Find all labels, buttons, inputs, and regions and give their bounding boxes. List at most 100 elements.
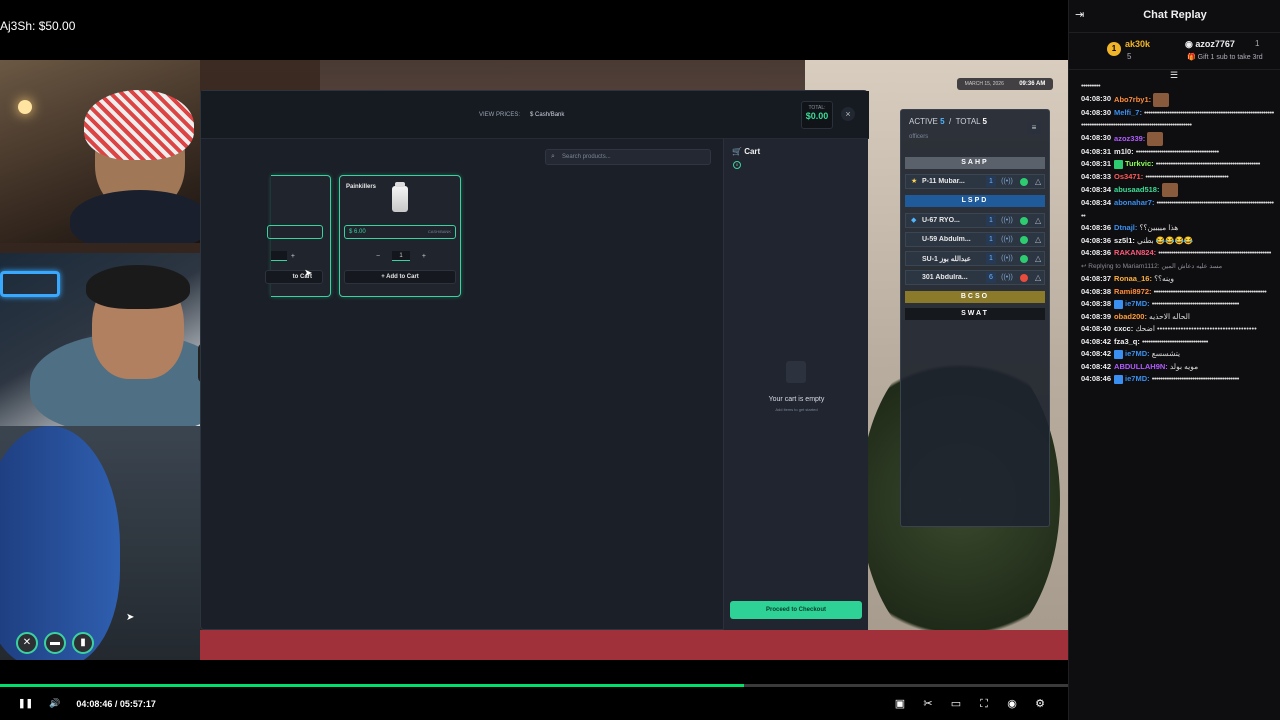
unit-name: SU-1 عبدالله بوز bbox=[922, 255, 971, 263]
gift-leaderboard: 1 ak30k 5 ◉ azoz7767 1 🎁 Gift 1 sub to t… bbox=[1069, 32, 1280, 70]
chat-badge-icon bbox=[1114, 349, 1124, 359]
view-prices[interactable]: VIEW PRICES: $ Cash/Bank bbox=[479, 108, 564, 122]
total-label: TOTAL bbox=[955, 117, 981, 126]
chat-username[interactable]: cxcc: bbox=[1114, 324, 1135, 333]
leader-user-name: azoz7767 bbox=[1195, 39, 1235, 49]
emote-icon bbox=[1147, 131, 1164, 146]
add-to-cart-button[interactable]: to Cart bbox=[265, 270, 323, 284]
leader-user[interactable]: ◉ azoz7767 bbox=[1185, 39, 1235, 50]
close-button[interactable]: × bbox=[841, 107, 855, 121]
unit-row[interactable]: U-59 Abdulm... 1 ((•)) △ bbox=[905, 232, 1045, 247]
pause-icon[interactable]: ❚❚ bbox=[18, 698, 33, 709]
chat-text: ••••••••••••••••••••••••••••••••••••••••… bbox=[1158, 248, 1271, 257]
settings-gear-icon[interactable]: ⚙ bbox=[1034, 698, 1046, 710]
chat-timestamp: 04:08:38 bbox=[1081, 299, 1112, 308]
clip-icon[interactable]: ✂ bbox=[922, 698, 934, 710]
gift-sub-prompt[interactable]: 🎁 Gift 1 sub to take 3rd bbox=[1187, 53, 1263, 61]
chat-timestamp: 04:08:34 bbox=[1081, 198, 1112, 207]
chat-timestamp: 04:08:42 bbox=[1081, 361, 1112, 371]
shemagh bbox=[84, 90, 194, 160]
chat-username[interactable]: azoz339: bbox=[1114, 133, 1147, 142]
unit-row[interactable]: ★ P-11 Mubar... 1 ((•)) △ bbox=[905, 174, 1045, 189]
miniplayer-icon[interactable]: ▣ bbox=[894, 698, 906, 710]
chat-username[interactable]: Rami8972: bbox=[1114, 287, 1154, 296]
chat-timestamp: 04:08:42 bbox=[1081, 336, 1112, 346]
leader-user[interactable]: ak30k bbox=[1125, 39, 1150, 49]
view-prices-value[interactable]: $ Cash/Bank bbox=[530, 112, 564, 118]
radio-icon: ((•)) bbox=[1001, 255, 1013, 262]
menu-icon[interactable]: ≡ bbox=[1027, 122, 1041, 134]
search-placeholder: Search products... bbox=[562, 154, 611, 160]
game-character-view bbox=[0, 426, 200, 660]
clock-date: MARCH 15, 2026 bbox=[964, 81, 1004, 87]
status-dot bbox=[1020, 273, 1028, 282]
unit-row[interactable]: ◆ U-67 RYO... 1 ((•)) △ bbox=[905, 213, 1045, 228]
minus-icon[interactable]: − bbox=[376, 253, 380, 260]
chat-text: ••••••••••••••••••••••••••••••••••••••••… bbox=[1155, 159, 1261, 168]
alert-icon: △ bbox=[1035, 177, 1042, 186]
video-player[interactable]: Aj3Sh: $50.00 VIEW PRICES: $ Cash/Bank T… bbox=[0, 0, 1068, 690]
playback-speed-icon[interactable]: ◉ bbox=[1006, 698, 1018, 710]
chat-username[interactable]: ie7MD: bbox=[1125, 374, 1152, 383]
chat-username[interactable]: Dtnajl: bbox=[1114, 223, 1139, 232]
volume-icon[interactable]: 🔊 bbox=[49, 698, 60, 709]
plus-icon[interactable]: + bbox=[291, 253, 295, 260]
plus-icon[interactable]: + bbox=[422, 253, 426, 260]
chat-timestamp: 04:08:37 bbox=[1081, 274, 1112, 283]
cart-empty-subtitle: Add items to get started bbox=[775, 407, 818, 412]
chat-username[interactable]: Turkvic: bbox=[1125, 159, 1156, 168]
chat-username[interactable]: ie7MD: bbox=[1125, 299, 1152, 308]
shop-header: VIEW PRICES: $ Cash/Bank TOTAL: $0.00 × bbox=[201, 91, 869, 139]
chat-username[interactable]: fza3_q: bbox=[1114, 337, 1142, 346]
chat-username[interactable]: ie7MD: bbox=[1125, 349, 1152, 358]
chat-username[interactable]: Os3471: bbox=[1114, 172, 1145, 181]
chat-username[interactable]: abonahar7: bbox=[1114, 198, 1157, 207]
unit-number: 1 bbox=[986, 234, 996, 245]
reply-context[interactable]: ↩ Replying to Mariam1112: مسد عليه دعاش … bbox=[1081, 263, 1222, 270]
lamp bbox=[18, 100, 32, 114]
quantity-value[interactable] bbox=[271, 251, 287, 261]
chat-timestamp: 04:08:36 bbox=[1081, 235, 1112, 245]
unit-row[interactable]: SU-1 عبدالله بوز 1 ((•)) △ bbox=[905, 251, 1045, 266]
chat-timestamp: 04:08:30 bbox=[1081, 133, 1112, 143]
chat-username[interactable]: Abo7rby1: bbox=[1114, 94, 1153, 103]
search-input[interactable]: ⌕ Search products... bbox=[545, 149, 711, 165]
game-clock: MARCH 15, 2026 09:36 AM bbox=[957, 78, 1053, 90]
checkout-label: Proceed to Checkout bbox=[765, 607, 826, 613]
chat-title: Chat Replay bbox=[1143, 9, 1207, 21]
product-name: Painkillers bbox=[346, 184, 377, 190]
chat-message: 04:08:38 Rami8972: ••••••••••••••••••••••… bbox=[1081, 286, 1275, 299]
chat-timestamp: 04:08:33 bbox=[1081, 171, 1112, 181]
quantity-stepper[interactable]: + bbox=[271, 250, 295, 262]
active-label: ACTIVE bbox=[909, 117, 938, 126]
unit-row[interactable]: 301 Abdulra... 6 ((•)) △ bbox=[905, 270, 1045, 285]
chat-username[interactable]: m1l0: bbox=[1114, 147, 1136, 156]
chat-username[interactable]: RAKAN824: bbox=[1114, 248, 1158, 257]
theatre-mode-icon[interactable]: ▭ bbox=[950, 698, 962, 710]
unit-number: 6 bbox=[986, 272, 996, 283]
chat-timestamp: 04:08:30 bbox=[1081, 107, 1112, 117]
time-total: 05:57:17 bbox=[119, 698, 156, 709]
unit-name: U-67 RYO... bbox=[922, 217, 960, 224]
chat-username[interactable]: sz5l1: bbox=[1114, 236, 1137, 245]
alert-icon: △ bbox=[1035, 254, 1042, 263]
chat-message: 04:08:34 abonahar7: •••••••••••••••••••••… bbox=[1081, 197, 1275, 222]
seek-bar[interactable] bbox=[0, 684, 1068, 687]
search-icon: ⌕ bbox=[551, 153, 555, 160]
chat-username[interactable]: Melfi_7: bbox=[1114, 108, 1144, 117]
chat-username[interactable]: obad200: bbox=[1114, 312, 1149, 321]
quantity-value[interactable]: 1 bbox=[392, 251, 410, 261]
chat-username[interactable]: ABDULLAH9N: bbox=[1114, 362, 1170, 371]
player-controls: ❚❚ 🔊 04:08:46 / 05:57:17 ▣ ✂ ▭ ⛶ ◉ ⚙ bbox=[0, 660, 1068, 720]
chat-timestamp: 04:08:36 bbox=[1081, 248, 1112, 257]
fullscreen-icon[interactable]: ⛶ bbox=[978, 698, 990, 710]
checkout-button[interactable]: Proceed to Checkout bbox=[730, 601, 862, 619]
chat-text: ••••••••••••••••••••••••••••••• bbox=[1141, 336, 1208, 346]
chat-username[interactable]: Ronaa_16: bbox=[1114, 274, 1154, 283]
quantity-stepper[interactable]: − 1 + bbox=[376, 250, 426, 262]
chat-text: ••••••••••••••••••••••••••••••••••••••• bbox=[1135, 146, 1219, 156]
chat-username[interactable]: abusaad518: bbox=[1114, 185, 1162, 194]
add-to-cart-button[interactable]: + Add to Cart bbox=[344, 270, 456, 284]
total-count: 5 bbox=[982, 117, 987, 126]
chat-text: مويه بولد bbox=[1169, 361, 1199, 371]
